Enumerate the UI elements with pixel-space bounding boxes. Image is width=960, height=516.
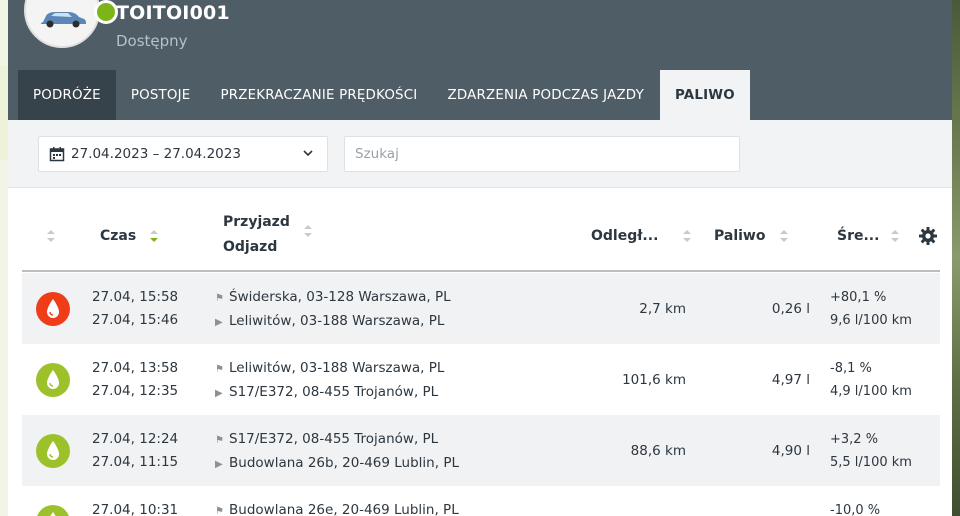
vehicle-header: TOITOI001 Dostępny PODRÓŻE POSTOJE PRZEK… <box>8 0 952 120</box>
fuel-value: 4,90 l <box>771 443 810 459</box>
table-row[interactable]: 27.04, 13:58 27.04, 12:35 ⚑ Leliwitów, 03… <box>22 344 940 415</box>
vehicle-status: Dostępny <box>116 32 188 50</box>
tab-zdarzenia[interactable]: ZDARZENIA PODCZAS JAZDY <box>432 70 659 120</box>
tab-przekraczanie-predkosci[interactable]: PRZEKRACZANIE PRĘDKOŚCI <box>205 70 432 120</box>
table-header: Czas Przyjazd Odjazd Odległ... Paliwo Śr… <box>22 200 940 272</box>
avg-diff-value: -8,1 % <box>830 361 872 376</box>
departure-time: 27.04, 15:46 <box>92 312 179 328</box>
tab-paliwo[interactable]: PALIWO <box>659 70 750 120</box>
play-icon: ▶ <box>215 317 223 328</box>
sort-icon-active[interactable] <box>149 229 159 243</box>
sort-icon[interactable] <box>890 229 900 243</box>
avg-consumption-value: 5,5 l/100 km <box>830 455 912 470</box>
arrival-address: ⚑ S17/E372, 08-455 Trojanów, PL <box>215 431 439 447</box>
avg-diff-value: +3,2 % <box>830 432 879 447</box>
table-row[interactable]: 27.04, 10:31 ⚑ Budowlana 26e, 20-469 Lubl… <box>22 486 940 516</box>
distance-value: 101,6 km <box>622 372 686 388</box>
flag-icon: ⚑ <box>215 506 224 516</box>
avg-consumption-value: 9,6 l/100 km <box>830 313 912 328</box>
gear-icon[interactable] <box>918 226 938 246</box>
flag-icon: ⚑ <box>215 364 224 375</box>
play-icon: ▶ <box>215 388 223 399</box>
vehicle-history-panel: TOITOI001 Dostępny PODRÓŻE POSTOJE PRZEK… <box>8 0 952 516</box>
fuel-drop-green-icon <box>36 363 70 397</box>
fuel-drop-green-icon <box>36 434 70 468</box>
arrival-address: ⚑ Świderska, 03-128 Warszawa, PL <box>215 289 451 305</box>
fuel-value: 0,26 l <box>771 301 810 317</box>
flag-icon: ⚑ <box>215 435 224 446</box>
status-indicator-dot <box>94 0 118 24</box>
table-row[interactable]: 27.04, 15:58 27.04, 15:46 ⚑ Świderska, 03… <box>22 273 940 344</box>
departure-time: 27.04, 12:35 <box>92 383 179 399</box>
departure-address: ▶ Leliwitów, 03-188 Warszawa, PL <box>215 313 445 329</box>
flag-icon: ⚑ <box>215 293 224 304</box>
arrival-address: ⚑ Budowlana 26e, 20-469 Lublin, PL <box>215 502 459 516</box>
play-icon: ▶ <box>215 459 223 470</box>
table-row[interactable]: 27.04, 12:24 27.04, 11:15 ⚑ S17/E372, 08-… <box>22 415 940 486</box>
departure-address: ▶ S17/E372, 08-455 Trojanów, PL <box>215 384 439 400</box>
car-icon <box>41 12 86 28</box>
header-distance[interactable]: Odległ... <box>591 228 658 244</box>
search-input[interactable] <box>344 136 740 172</box>
calendar-icon <box>49 147 65 162</box>
tab-postoje[interactable]: POSTOJE <box>116 70 206 120</box>
departure-address: ▶ Budowlana 26b, 20-469 Lublin, PL <box>215 455 459 471</box>
arrival-time: 27.04, 10:31 <box>92 502 179 516</box>
header-average[interactable]: Śre... <box>837 228 879 244</box>
tab-bar: PODRÓŻE POSTOJE PRZEKRACZANIE PRĘDKOŚCI … <box>18 70 750 120</box>
avg-diff-value: -10,0 % <box>830 503 881 516</box>
filter-bar: 27.04.2023 – 27.04.2023 <box>8 120 952 188</box>
arrival-time: 27.04, 15:58 <box>92 289 179 305</box>
sort-icon[interactable] <box>682 229 692 243</box>
sort-icon[interactable] <box>779 229 789 243</box>
distance-value: 2,7 km <box>639 301 686 317</box>
header-fuel[interactable]: Paliwo <box>714 228 765 244</box>
arrival-time: 27.04, 13:58 <box>92 360 179 376</box>
avg-diff-value: +80,1 % <box>830 290 887 305</box>
vehicle-name: TOITOI001 <box>116 2 230 24</box>
fuel-drop-red-icon <box>36 292 70 326</box>
sort-icon[interactable] <box>303 224 313 238</box>
arrival-address: ⚑ Leliwitów, 03-188 Warszawa, PL <box>215 360 445 376</box>
arrival-time: 27.04, 12:24 <box>92 431 179 447</box>
header-arrival[interactable]: Przyjazd <box>223 214 290 230</box>
sort-icon[interactable] <box>46 229 56 243</box>
departure-time: 27.04, 11:15 <box>92 454 179 470</box>
tab-podroze[interactable]: PODRÓŻE <box>18 70 116 120</box>
map-background-left <box>0 0 8 516</box>
fuel-drop-green-icon <box>36 505 70 516</box>
header-time[interactable]: Czas <box>100 228 136 244</box>
distance-value: 88,6 km <box>630 443 686 459</box>
avg-consumption-value: 4,9 l/100 km <box>830 384 912 399</box>
header-departure[interactable]: Odjazd <box>223 239 277 255</box>
date-range-value: 27.04.2023 – 27.04.2023 <box>71 146 241 162</box>
vehicle-avatar <box>24 0 118 48</box>
date-range-picker[interactable]: 27.04.2023 – 27.04.2023 <box>38 136 328 172</box>
map-background-right <box>952 0 960 516</box>
fuel-value: 4,97 l <box>771 372 810 388</box>
chevron-down-icon <box>303 150 313 157</box>
